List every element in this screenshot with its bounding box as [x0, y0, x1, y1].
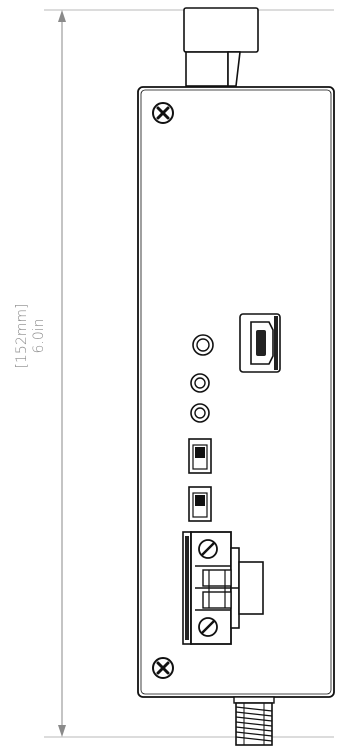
top-antenna-connector — [183, 7, 259, 87]
bottom-antenna-connector — [233, 696, 275, 746]
dimension-label-imperial: 6.0in — [31, 318, 47, 353]
slide-switch — [188, 486, 212, 522]
usb-port — [239, 313, 281, 373]
dimension-arrow-top — [58, 10, 66, 22]
led-indicator — [190, 373, 210, 393]
dimension-arrow-bottom — [58, 725, 66, 737]
phillips-screw-icon — [152, 102, 174, 124]
terminal-screw — [198, 617, 218, 637]
led-indicator — [190, 403, 210, 423]
slide-switch — [188, 438, 212, 474]
led-indicator — [192, 334, 214, 356]
dimension-label-metric: [152mm] — [14, 304, 30, 369]
phillips-screw-icon — [152, 657, 174, 679]
device-drawing: [152mm] 6.0in — [14, 7, 335, 746]
terminal-screw — [198, 539, 218, 559]
